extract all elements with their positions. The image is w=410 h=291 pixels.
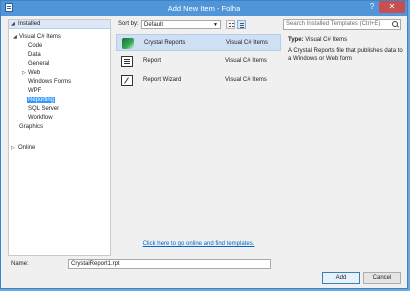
tree-item-data[interactable]: Data [28,51,41,59]
search-icon[interactable] [392,21,398,27]
template-type: Visual C# Items [225,77,267,83]
tree-item-general[interactable]: General [28,60,49,68]
dialog-title: Add New Item - Folha [167,4,241,13]
search-placeholder: Search Installed Templates (Ctrl+E) [286,21,381,27]
tree-item-label: Online [18,145,36,151]
template-type: Visual C# Items [226,40,268,46]
cancel-button[interactable]: Cancel [363,272,401,284]
tree-item-online[interactable]: ▷ Online [11,144,35,152]
list-view-button[interactable] [237,20,246,29]
tree-item-web[interactable]: ▷ Web [22,69,40,77]
expanded-arrow-icon[interactable]: ◢ [11,21,15,27]
add-button[interactable]: Add [322,272,360,284]
template-row-report-wizard[interactable]: Report Wizard Visual C# Items [116,72,281,89]
details-type: Type: Visual C# Items [288,37,347,43]
template-name: Crystal Reports [144,40,186,46]
collapsed-arrow-icon[interactable]: ▷ [11,144,15,152]
report-icon [121,56,133,67]
tree-item-installed[interactable]: ◢ Installed [9,20,110,29]
help-button[interactable]: ? [365,1,379,13]
details-type-value: Visual C# Items [305,37,348,43]
template-type: Visual C# Items [225,58,267,64]
template-row-crystal-reports[interactable]: Crystal Reports Visual C# Items [116,34,281,51]
tree-item-label: Web [28,70,41,76]
template-list: Crystal Reports Visual C# Items Report V… [116,34,281,236]
online-templates-link[interactable]: Click here to go online and find templat… [116,241,281,247]
sort-by-dropdown[interactable]: Default ▼ [141,20,221,29]
report-wizard-icon [121,75,133,86]
tree-item-windows-forms[interactable]: Windows Forms [28,78,71,86]
crystal-reports-icon [122,38,134,49]
tree-item-graphics[interactable]: Graphics [19,123,43,131]
template-name: Report [143,58,162,64]
template-row-report[interactable]: Report Visual C# Items [116,53,281,70]
name-field[interactable]: CrystalReport1.rpt [68,259,271,269]
tree-item-label: Installed [18,21,41,27]
sort-by-value: Default [144,22,164,28]
details-description: A Crystal Reports file that publishes da… [288,48,403,62]
tree-item-label: Reporting [27,97,56,103]
small-icons-view-button[interactable] [226,20,235,29]
close-button[interactable]: ✕ [379,1,405,13]
tree-item-wpf[interactable]: WPF [28,87,41,95]
tree-item-sql-server[interactable]: SQL Server [28,105,59,113]
details-type-label: Type: [288,37,304,43]
add-new-item-dialog: Add New Item - Folha ? ✕ ◢ Installed ◢ V… [0,0,408,289]
template-name: Report Wizard [143,77,182,83]
search-input[interactable]: Search Installed Templates (Ctrl+E) [283,19,401,30]
tree-item-visual-csharp[interactable]: ◢ Visual C# Items [13,33,61,41]
category-tree: ◢ Installed ◢ Visual C# Items Code Data … [8,19,111,256]
tree-item-reporting[interactable]: Reporting [27,96,56,104]
chevron-down-icon: ▼ [213,22,218,28]
name-label: Name: [11,261,29,267]
tree-item-code[interactable]: Code [28,42,42,50]
tree-item-label: Visual C# Items [19,34,61,40]
sort-by-label: Sort by: [118,21,139,27]
collapsed-arrow-icon[interactable]: ▷ [22,69,26,77]
title-bar: Add New Item - Folha ? ✕ [1,1,407,16]
tree-item-workflow[interactable]: Workflow [28,114,53,122]
expanded-arrow-icon[interactable]: ◢ [13,33,17,41]
